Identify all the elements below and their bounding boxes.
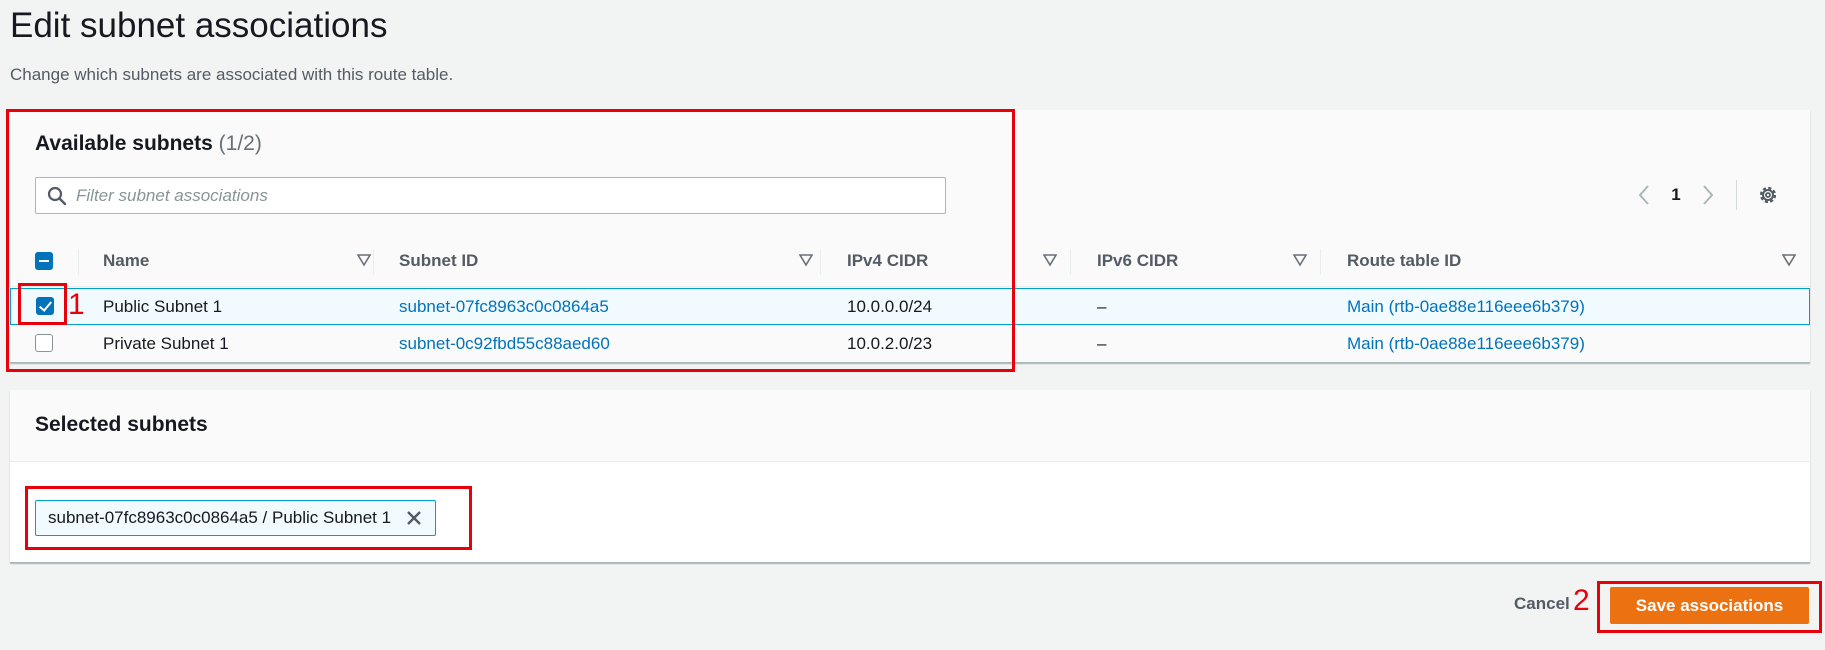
pager-divider xyxy=(1736,180,1737,210)
sort-down-icon xyxy=(1293,254,1307,267)
previous-page-button[interactable] xyxy=(1630,180,1658,210)
route-table-link[interactable]: Main (rtb-0ae88e116eee6b379) xyxy=(1347,325,1585,362)
annotation-label-2: 2 xyxy=(1573,584,1590,617)
ipv6-cidr: – xyxy=(1097,333,1107,353)
sort-down-icon xyxy=(1782,254,1796,267)
route-table-link[interactable]: Main (rtb-0ae88e116eee6b379) xyxy=(1347,288,1585,325)
annotation-box-available xyxy=(6,109,1015,372)
selected-subnets-header: Selected subnets xyxy=(10,390,1810,462)
column-label: IPv6 CIDR xyxy=(1097,251,1179,270)
sort-down-icon xyxy=(1043,254,1057,267)
chevron-left-icon xyxy=(1638,185,1649,205)
selected-subnets-heading: Selected subnets xyxy=(35,413,208,436)
page-title: Edit subnet associations xyxy=(10,6,388,45)
annotation-label-1: 1 xyxy=(68,288,85,321)
column-header-route-table-id[interactable]: Route table ID xyxy=(1347,235,1810,287)
page-description: Change which subnets are associated with… xyxy=(10,65,454,84)
gear-icon xyxy=(1759,186,1777,204)
next-page-button[interactable] xyxy=(1694,180,1722,210)
annotation-box-save xyxy=(1597,581,1822,633)
column-separator xyxy=(1070,249,1071,275)
cancel-button[interactable]: Cancel xyxy=(1514,594,1570,614)
page-number[interactable]: 1 xyxy=(1658,185,1694,205)
preferences-button[interactable] xyxy=(1755,182,1781,208)
pagination: 1 xyxy=(1630,180,1781,210)
column-label: Route table ID xyxy=(1347,251,1462,270)
column-separator xyxy=(1320,249,1321,275)
column-header-ipv6-cidr[interactable]: IPv6 CIDR xyxy=(1097,235,1321,287)
annotation-box-checkbox xyxy=(18,283,67,325)
ipv6-cidr: – xyxy=(1097,296,1107,316)
chevron-right-icon xyxy=(1703,185,1714,205)
annotation-box-token xyxy=(25,486,472,550)
